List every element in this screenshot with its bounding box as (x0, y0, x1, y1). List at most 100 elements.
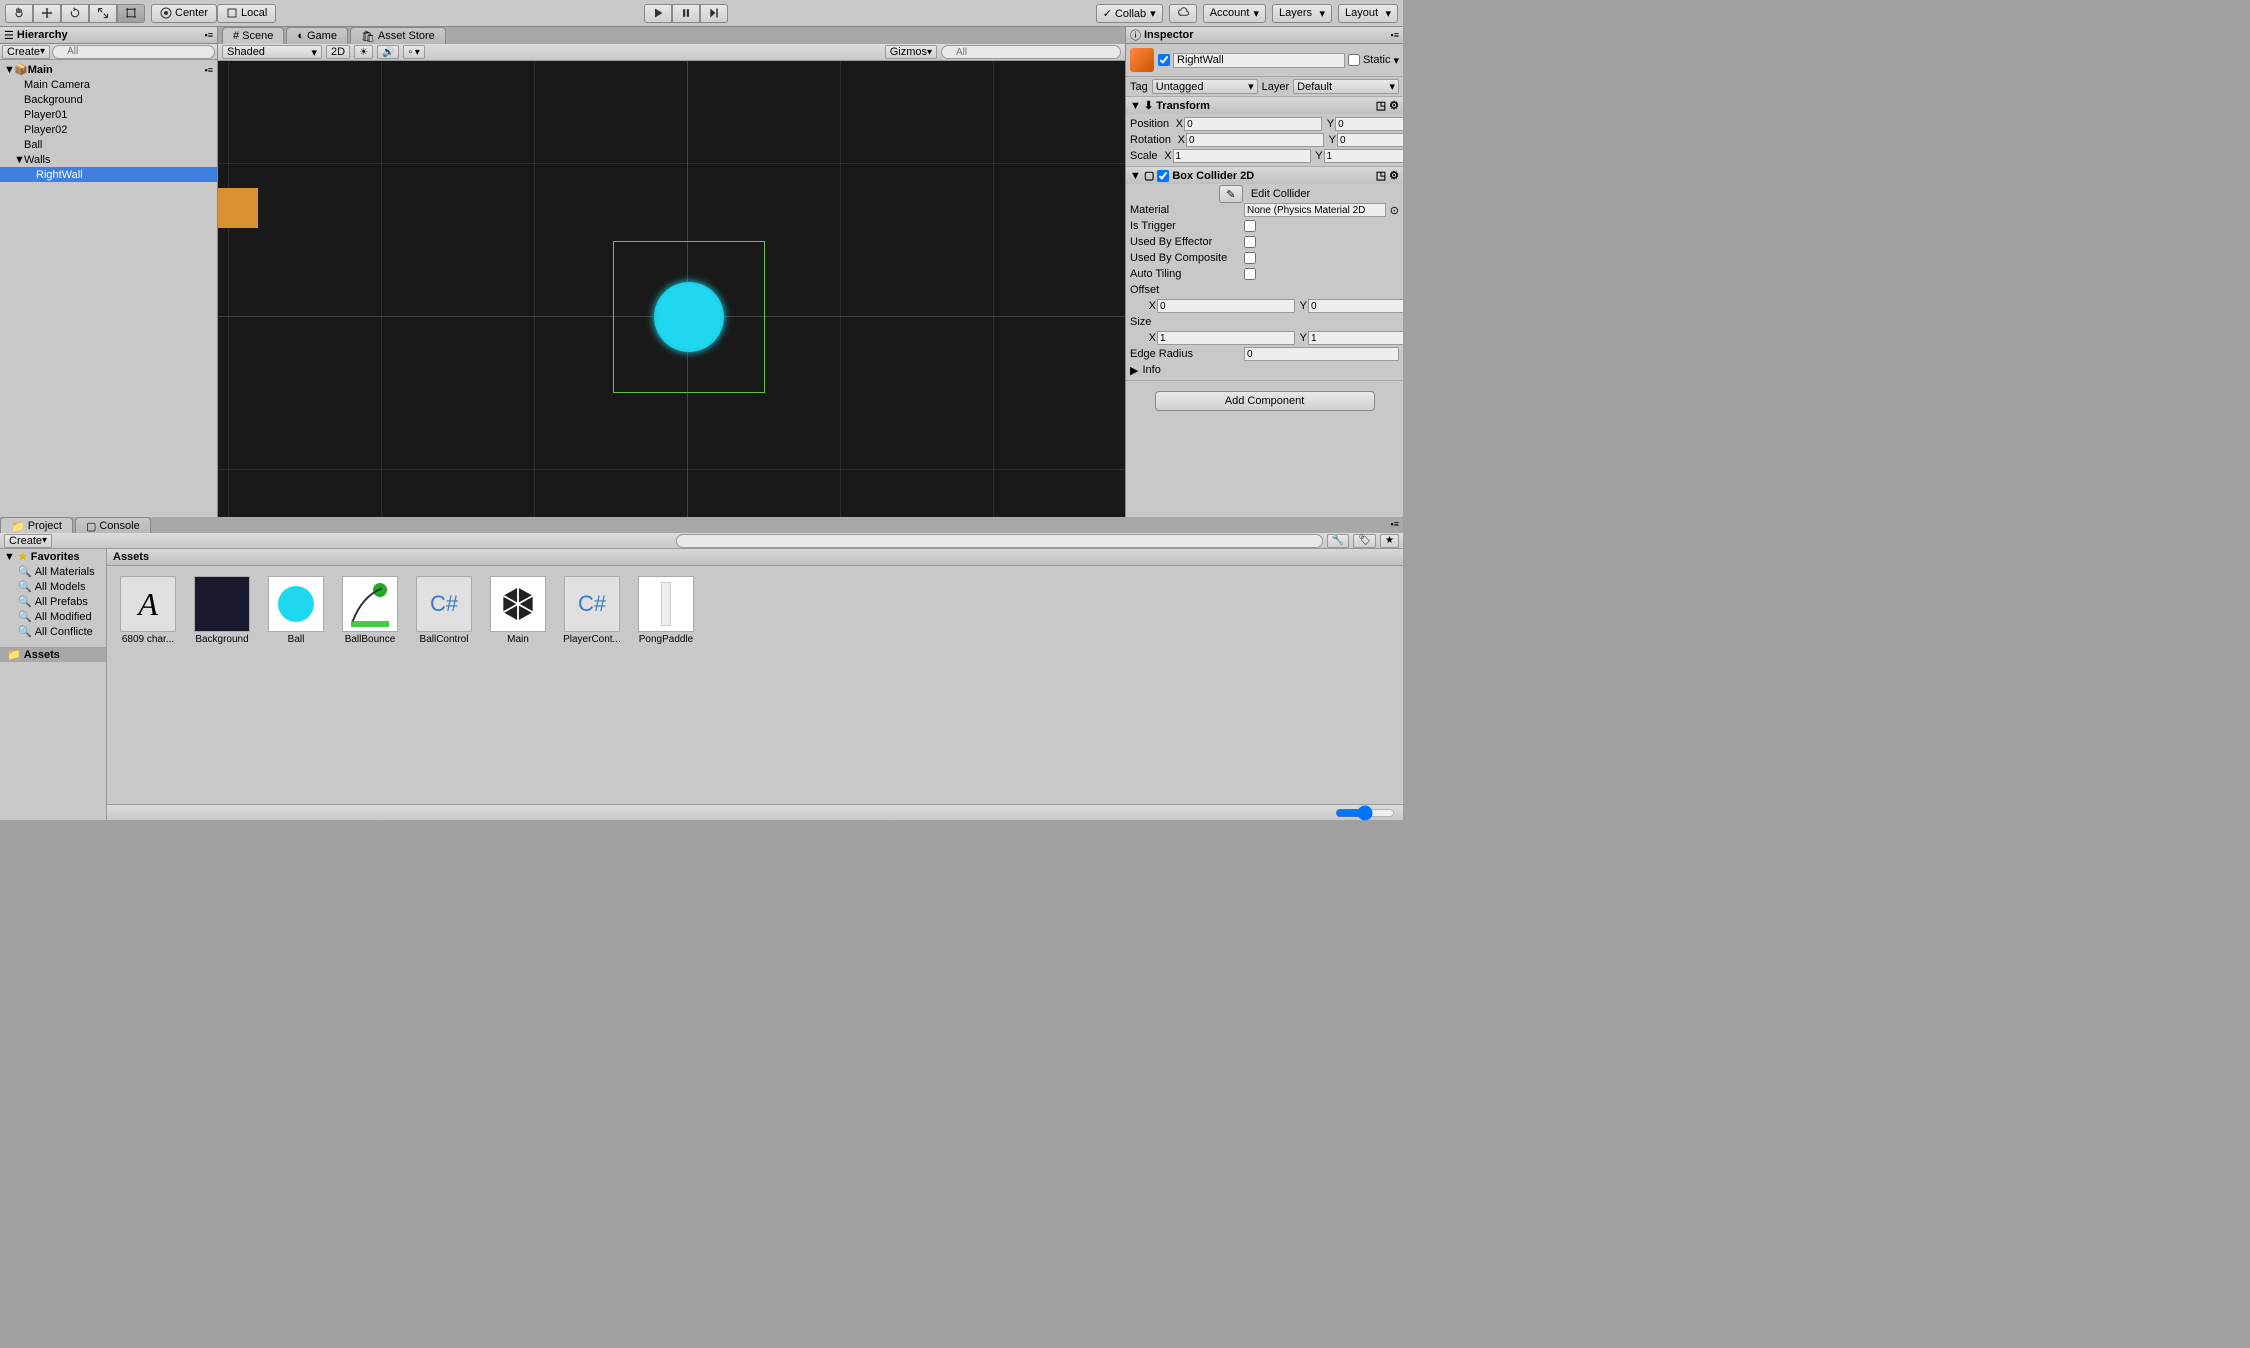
asset-ball[interactable]: Ball (265, 576, 327, 645)
add-component-button[interactable]: Add Component (1155, 391, 1375, 411)
auto-tiling-checkbox[interactable] (1244, 268, 1256, 280)
collab-dropdown[interactable]: ✓ Collab▾ (1096, 4, 1163, 23)
is-trigger-checkbox[interactable] (1244, 220, 1256, 232)
create-button[interactable]: Create ▾ (2, 45, 50, 59)
material-field[interactable] (1244, 203, 1386, 217)
tab-console[interactable]: ▢ Console (75, 517, 151, 534)
scene-search[interactable] (941, 45, 1121, 59)
panel-menu-icon[interactable]: ▪≡ (1391, 30, 1399, 40)
position-x[interactable] (1184, 117, 1322, 131)
size-y[interactable] (1308, 331, 1403, 345)
box-collider-enabled[interactable] (1157, 170, 1169, 182)
fav-all-materials[interactable]: 🔍All Materials (0, 564, 106, 579)
gameobject-name-field[interactable] (1173, 53, 1345, 68)
transform-header[interactable]: ▼ ⬇ Transform◳ ⚙ (1126, 97, 1403, 114)
step-button[interactable] (700, 4, 728, 23)
asset-ballcontrol[interactable]: C#BallControl (413, 576, 475, 645)
center-panel: # Scene ◐ Game 🛍 Asset Store Shaded▾ 2D … (218, 27, 1125, 517)
used-by-effector-checkbox[interactable] (1244, 236, 1256, 248)
asset-label: BallControl (413, 634, 475, 645)
layers-dropdown[interactable]: Layers▾ (1272, 4, 1332, 23)
asset-playercontrol[interactable]: C#PlayerCont... (561, 576, 623, 645)
center-label: Center (175, 7, 208, 19)
tag-dropdown[interactable]: Untagged▾ (1152, 79, 1258, 94)
tab-asset-store[interactable]: 🛍 Asset Store (350, 27, 446, 44)
thumbnail-size-slider[interactable] (1335, 805, 1395, 821)
favorites-header[interactable]: ▼★Favorites (0, 549, 106, 564)
scale-y[interactable] (1324, 149, 1403, 163)
hierarchy-item-main-camera[interactable]: Main Camera (0, 77, 217, 92)
hierarchy-item-player01[interactable]: Player01 (0, 107, 217, 122)
pause-button[interactable] (672, 4, 700, 23)
size-x[interactable] (1157, 331, 1295, 345)
tag-value: Untagged (1156, 81, 1204, 93)
edge-radius-field[interactable] (1244, 347, 1399, 361)
pivot-local-button[interactable]: Local (217, 4, 276, 23)
fav-all-prefabs[interactable]: 🔍All Prefabs (0, 594, 106, 609)
filter-icon[interactable]: 🔧 (1327, 534, 1349, 548)
asset-background[interactable]: Background (191, 576, 253, 645)
gameobject-active-checkbox[interactable] (1158, 54, 1170, 66)
account-dropdown[interactable]: Account▾ (1203, 4, 1266, 23)
light-toggle[interactable]: ☀ (354, 45, 373, 59)
play-button[interactable] (644, 4, 672, 23)
scene-root[interactable]: ▼📦 Main•≡ (0, 62, 217, 77)
offset-y[interactable] (1308, 299, 1403, 313)
rotate-tool[interactable] (61, 4, 89, 23)
cloud-button[interactable] (1169, 4, 1197, 23)
project-create-button[interactable]: Create ▾ (4, 534, 52, 548)
rotation-y[interactable] (1337, 133, 1403, 147)
panel-menu-icon[interactable]: ▪≡ (1387, 517, 1403, 533)
tab-scene[interactable]: # Scene (222, 27, 284, 44)
scene-view[interactable] (218, 61, 1125, 517)
edit-collider-button[interactable]: ✎ (1219, 185, 1243, 203)
gizmos-dropdown[interactable]: Gizmos ▾ (885, 45, 937, 59)
tab-asset-store-label: Asset Store (378, 30, 435, 42)
panel-menu-icon[interactable]: ▪≡ (205, 30, 213, 40)
used-by-composite-checkbox[interactable] (1244, 252, 1256, 264)
shading-dropdown[interactable]: Shaded▾ (222, 45, 322, 59)
tab-game[interactable]: ◐ Game (286, 27, 348, 44)
fav-all-modified[interactable]: 🔍All Modified (0, 609, 106, 624)
hierarchy-item-ball[interactable]: Ball (0, 137, 217, 152)
label-icon[interactable]: 🏷 (1353, 534, 1376, 548)
selection-gizmo[interactable] (613, 241, 765, 393)
asset-main[interactable]: Main (487, 576, 549, 645)
hierarchy-toolbar: Create ▾ (0, 44, 217, 60)
fav-all-conflicted[interactable]: 🔍All Conflicte (0, 624, 106, 639)
offset-x[interactable] (1157, 299, 1295, 313)
move-tool[interactable] (33, 4, 61, 23)
pivot-center-button[interactable]: Center (151, 4, 217, 23)
scale-tool[interactable] (89, 4, 117, 23)
layer-label: Layer (1262, 81, 1290, 93)
scale-label: Scale (1130, 150, 1158, 162)
2d-toggle[interactable]: 2D (326, 45, 350, 59)
hierarchy-item-player02[interactable]: Player02 (0, 122, 217, 137)
asset-label: Ball (265, 634, 327, 645)
fx-toggle[interactable]: ▫ ▾ (403, 45, 424, 59)
box-collider-header[interactable]: ▼ ▢ Box Collider 2D◳ ⚙ (1126, 167, 1403, 184)
scale-x[interactable] (1173, 149, 1311, 163)
audio-toggle[interactable]: 🔊 (377, 45, 399, 59)
static-checkbox[interactable] (1348, 54, 1360, 66)
hand-tool[interactable] (5, 4, 33, 23)
layout-dropdown[interactable]: Layout▾ (1338, 4, 1398, 23)
asset-ballbounce[interactable]: BallBounce (339, 576, 401, 645)
hierarchy-item-walls[interactable]: ▼Walls (0, 152, 217, 167)
hierarchy-search[interactable] (52, 45, 215, 59)
tab-project[interactable]: 📁 Project (0, 517, 73, 534)
star-icon[interactable]: ★ (1380, 534, 1399, 548)
position-y[interactable] (1335, 117, 1403, 131)
rotation-x[interactable] (1186, 133, 1324, 147)
layer-dropdown[interactable]: Default▾ (1293, 79, 1399, 94)
rect-tool[interactable] (117, 4, 145, 23)
hierarchy-item-background[interactable]: Background (0, 92, 217, 107)
material-label: Material (1130, 204, 1240, 216)
asset-pongpaddle[interactable]: PongPaddle (635, 576, 697, 645)
project-search[interactable] (676, 534, 1322, 548)
hierarchy-item-rightwall[interactable]: RightWall (0, 167, 217, 182)
assets-header-label: Assets (113, 551, 149, 563)
asset-font[interactable]: A6809 char... (117, 576, 179, 645)
fav-all-models[interactable]: 🔍All Models (0, 579, 106, 594)
assets-root[interactable]: 📁 Assets (0, 647, 106, 662)
